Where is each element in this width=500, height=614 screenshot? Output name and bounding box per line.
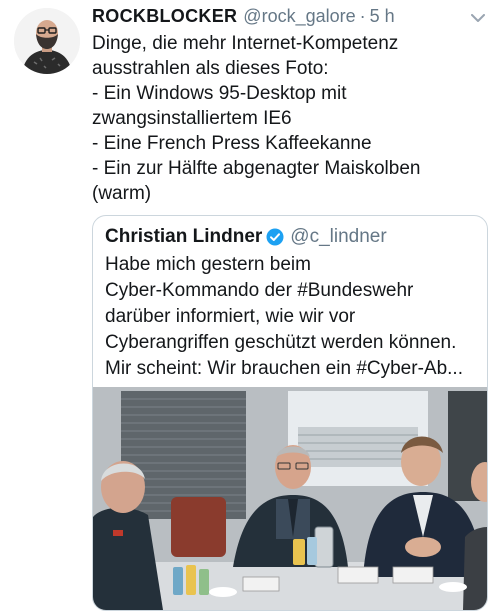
- tweet-text: Dinge, die mehr Internet-Kompetenz ausst…: [92, 31, 487, 206]
- profile-photo: [14, 8, 80, 74]
- quoted-tweet-text: Habe mich gestern beim Cyber-Kommando de…: [105, 252, 480, 382]
- avatar[interactable]: [14, 8, 80, 74]
- quoted-user-handle[interactable]: @c_lindner: [290, 226, 386, 248]
- tweet-header: ROCKBLOCKER @rock_galore · 5 h: [92, 6, 472, 28]
- quoted-text-line: Cyberangriffen geschützt werden können.: [105, 332, 457, 353]
- quoted-tweet-header: Christian Lindner @c_lindner: [105, 225, 387, 249]
- user-handle[interactable]: @rock_galore: [243, 6, 355, 27]
- chevron-down-icon[interactable]: [468, 8, 488, 28]
- quoted-text-line: Mir scheint: Wir brauchen ein #Cyber-Ab.…: [105, 358, 463, 379]
- timestamp[interactable]: 5 h: [370, 6, 395, 27]
- tweet-text-line: zwangsinstalliertem IE6: [92, 108, 292, 129]
- tweet-text-line: - Ein zur Hälfte abgenagter Maiskolben: [92, 158, 421, 179]
- tweet-text-line: ausstrahlen als dieses Foto:: [92, 58, 329, 79]
- tweet-text-line: - Eine French Press Kaffeekanne: [92, 133, 372, 154]
- quoted-text-line: Cyber-Kommando der #Bundeswehr: [105, 280, 414, 301]
- tweet-text-line: Dinge, die mehr Internet-Kompetenz: [92, 33, 399, 54]
- display-name[interactable]: ROCKBLOCKER: [92, 6, 237, 27]
- quoted-tweet-card[interactable]: Christian Lindner @c_lindner Habe mich g…: [92, 215, 488, 611]
- verified-badge-icon: [266, 228, 284, 246]
- quoted-text-line: Habe mich gestern beim: [105, 254, 311, 275]
- tweet-text-line: - Ein Windows 95-Desktop mit: [92, 83, 347, 104]
- quoted-display-name[interactable]: Christian Lindner: [105, 226, 262, 248]
- tweet-text-line: (warm): [92, 183, 152, 204]
- separator: ·: [359, 6, 366, 26]
- meeting-photo[interactable]: [93, 387, 487, 610]
- quoted-text-line: darüber informiert, wie wir vor: [105, 306, 356, 327]
